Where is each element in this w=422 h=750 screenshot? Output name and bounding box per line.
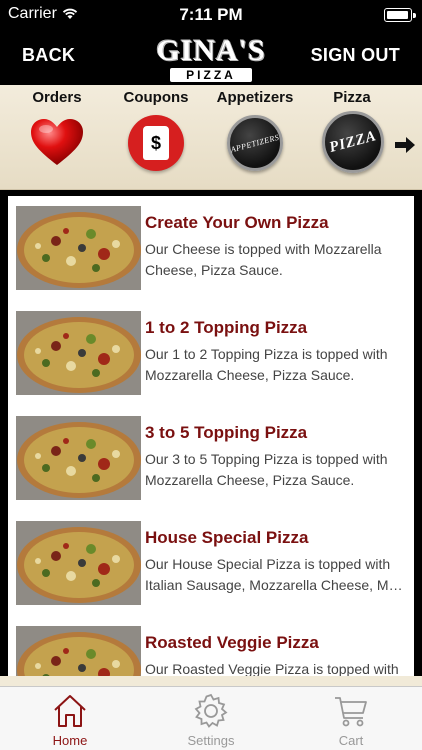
description-line: Our 1 to 2 Topping Pizza is topped with [145, 346, 388, 362]
list-item[interactable]: 1 to 2 Topping Pizza Our 1 to 2 Topping … [8, 301, 414, 406]
menu-list: Create Your Own Pizza Our Cheese is topp… [8, 196, 414, 676]
category-orders[interactable]: Orders [7, 85, 107, 190]
description-line: Our Cheese is topped with Mozzarella [145, 241, 382, 257]
description-line: Our 3 to 5 Topping Pizza is topped with [145, 451, 388, 467]
nav-bar: BACK GINA'S PIZZA SIGN OUT [0, 30, 422, 85]
pizza-thumbnail [16, 521, 141, 605]
gear-icon [194, 693, 228, 728]
category-appetizers[interactable]: Appetizers APPETIZERS [205, 85, 305, 190]
ginas-pizza-logo: GINA'S PIZZA [138, 34, 284, 82]
category-label: Appetizers [216, 89, 294, 106]
badge-text: APPETIZERS [229, 132, 281, 154]
scroll-right-arrow-icon[interactable] [394, 135, 416, 155]
category-pizza[interactable]: Pizza PIZZA [302, 85, 402, 190]
tab-cart[interactable]: Cart [281, 687, 421, 750]
list-item[interactable]: 3 to 5 Topping Pizza Our 3 to 5 Topping … [8, 406, 414, 511]
description-line: Mozzarella Cheese, Pizza Sauce. [145, 367, 355, 383]
tab-label: Home [52, 733, 88, 748]
badge-text: PIZZA [327, 127, 379, 156]
category-label: Orders [32, 89, 82, 106]
home-icon [54, 695, 86, 727]
cart-icon [335, 697, 367, 727]
dollar-sign: $ [150, 132, 161, 153]
category-coupons[interactable]: Coupons $ [106, 85, 206, 190]
sign-out-button[interactable]: SIGN OUT [311, 45, 400, 66]
item-title: 3 to 5 Topping Pizza [145, 423, 308, 442]
list-item[interactable]: House Special Pizza Our House Special Pi… [8, 511, 414, 616]
item-description: Our Roasted Veggie Pizza is topped with [145, 659, 407, 676]
appetizers-badge-icon: APPETIZERS [227, 115, 283, 171]
battery-icon [384, 8, 416, 22]
list-item[interactable]: Create Your Own Pizza Our Cheese is topp… [8, 196, 414, 301]
description-line: Cheese, Pizza Sauce. [145, 262, 283, 278]
item-description: Our Cheese is topped with Mozzarella Che… [145, 239, 407, 281]
tab-label: Cart [338, 733, 364, 748]
price-tag-icon: $ [128, 115, 184, 171]
logo-subtitle: PIZZA [170, 68, 252, 82]
tab-label: Settings [187, 733, 235, 748]
pizza-thumbnail [16, 311, 141, 395]
pizza-badge-icon: PIZZA [322, 111, 384, 173]
tab-settings[interactable]: Settings [141, 687, 281, 750]
logo-wordmark: GINA'S [156, 34, 266, 67]
item-title: Create Your Own Pizza [145, 213, 329, 232]
item-title: House Special Pizza [145, 528, 309, 547]
description-line: Our Roasted Veggie Pizza is topped with [145, 661, 399, 676]
item-description: Our 3 to 5 Topping Pizza is topped with … [145, 449, 407, 491]
item-title: Roasted Veggie Pizza [145, 633, 319, 652]
list-item[interactable]: Roasted Veggie Pizza Our Roasted Veggie … [8, 616, 414, 676]
pizza-thumbnail [16, 206, 141, 290]
pizza-thumbnail [16, 416, 141, 500]
list-footer-spacer [0, 676, 422, 686]
category-strip: Orders Coupons $ Appetizers APPETIZERS P… [0, 85, 422, 190]
status-bar: Carrier 7:11 PM [0, 0, 422, 30]
item-description: Our 1 to 2 Topping Pizza is topped with … [145, 344, 407, 386]
tab-home[interactable]: Home [0, 687, 140, 750]
description-line: Our House Special Pizza is topped with [145, 556, 391, 572]
item-description: Our House Special Pizza is topped with I… [145, 554, 407, 596]
clock: 7:11 PM [179, 5, 243, 24]
item-title: 1 to 2 Topping Pizza [145, 318, 308, 337]
description-line: Italian Sausage, Mozzarella Cheese, Mu..… [145, 577, 407, 593]
back-button[interactable]: BACK [22, 45, 75, 66]
description-line: Mozzarella Cheese, Pizza Sauce. [145, 472, 355, 488]
category-label: Pizza [333, 89, 371, 106]
pizza-thumbnail [16, 626, 141, 676]
category-label: Coupons [123, 89, 189, 106]
heart-icon [31, 119, 83, 165]
tab-bar: Home Settings Cart [0, 686, 422, 750]
